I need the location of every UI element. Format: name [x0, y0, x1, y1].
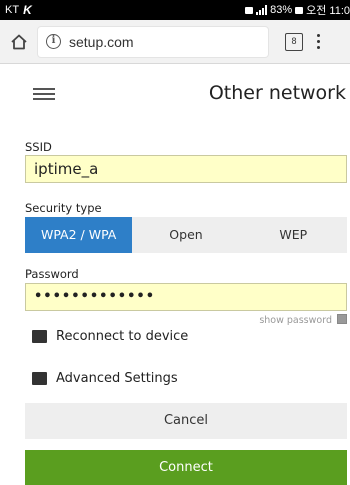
- advanced-settings-checkbox[interactable]: [32, 372, 47, 385]
- show-password-label[interactable]: show password: [259, 315, 332, 326]
- advanced-settings-label[interactable]: Advanced Settings: [56, 371, 178, 386]
- info-icon[interactable]: i: [46, 34, 61, 49]
- browser-toolbar: i setup.com 8: [0, 20, 350, 64]
- tab-switcher-button[interactable]: 8: [285, 32, 303, 51]
- reconnect-checkbox[interactable]: [32, 330, 47, 343]
- connect-button[interactable]: Connect: [25, 450, 347, 485]
- battery-icon: [295, 6, 304, 14]
- advanced-settings-row[interactable]: Advanced Settings: [32, 371, 178, 386]
- page-title: Other network: [208, 82, 346, 104]
- battery-percent: 83%: [270, 4, 293, 16]
- home-icon[interactable]: [8, 31, 30, 53]
- reconnect-row[interactable]: Reconnect to device: [32, 329, 188, 344]
- security-option-wpa2[interactable]: WPA2 / WPA: [25, 217, 133, 253]
- clock: 오전 11:0: [306, 5, 350, 17]
- notification-icon: [245, 6, 254, 14]
- ssid-input[interactable]: iptime_a: [25, 155, 347, 183]
- security-type-label: Security type: [25, 201, 102, 215]
- signal-icon: [256, 5, 268, 15]
- security-option-wep[interactable]: WEP: [240, 217, 347, 253]
- ssid-label: SSID: [25, 140, 52, 154]
- password-label: Password: [25, 267, 79, 281]
- url-text[interactable]: setup.com: [69, 34, 134, 50]
- status-indicators: 83% 오전 11:0: [245, 2, 350, 18]
- menu-icon[interactable]: [33, 88, 55, 100]
- cancel-button[interactable]: Cancel: [25, 403, 347, 439]
- security-type-selector: WPA2 / WPA Open WEP: [25, 217, 347, 253]
- show-password-checkbox[interactable]: [337, 314, 347, 324]
- address-bar[interactable]: i setup.com: [38, 26, 268, 57]
- reconnect-label[interactable]: Reconnect to device: [56, 329, 188, 344]
- security-option-open[interactable]: Open: [132, 217, 239, 253]
- carrier-name: KT: [5, 4, 20, 16]
- status-bar: KT K 83% 오전 11:0: [0, 0, 350, 20]
- carrier-logo-icon: K: [23, 3, 32, 17]
- password-input[interactable]: •••••••••••••: [25, 283, 347, 311]
- more-menu-icon[interactable]: [317, 34, 320, 49]
